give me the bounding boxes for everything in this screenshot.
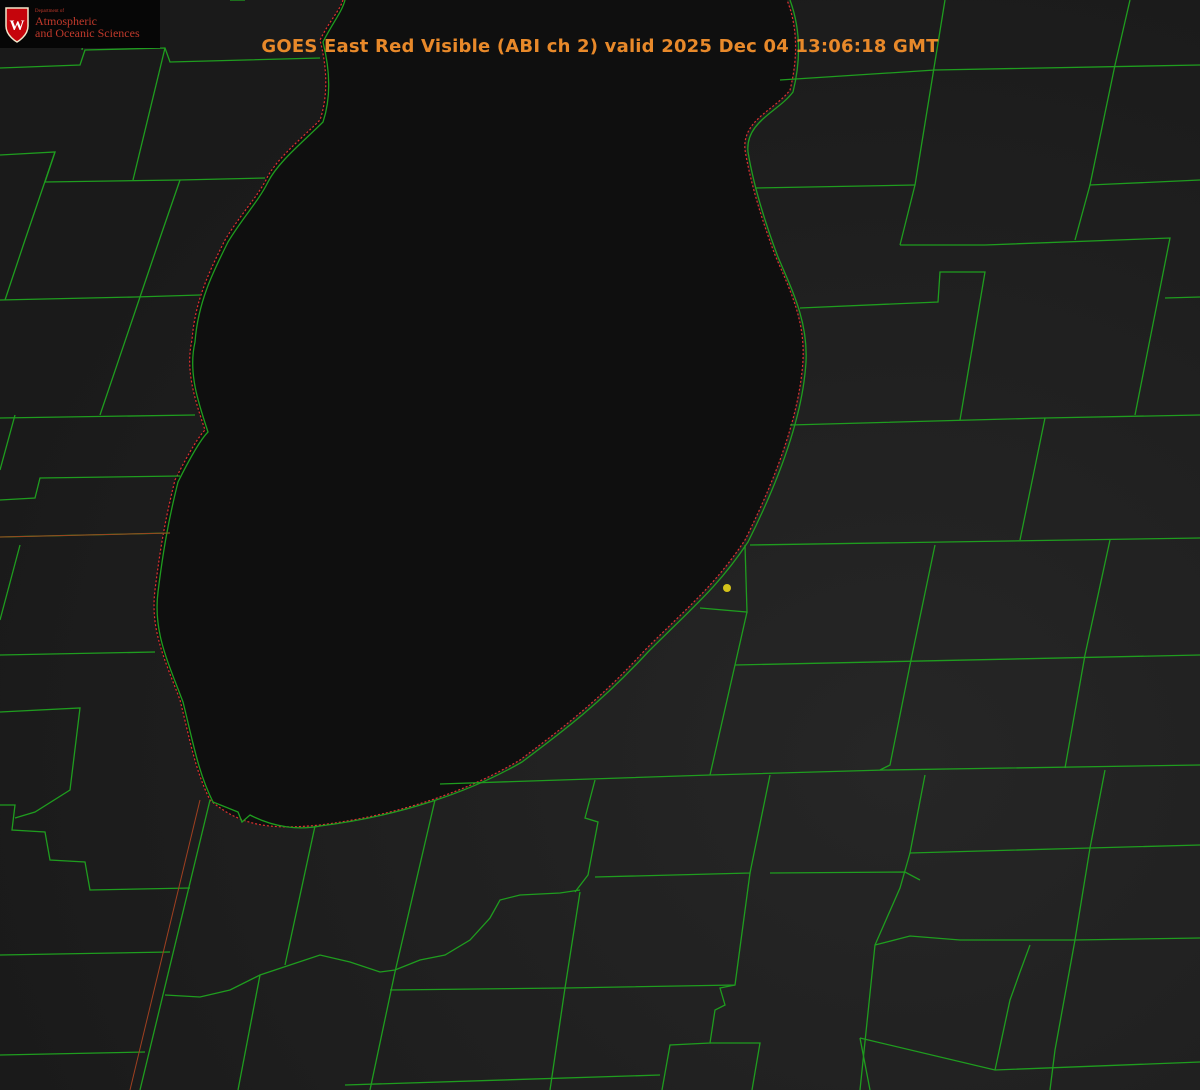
location-marker-icon <box>723 584 731 592</box>
satellite-viewer: W Department of Atmospheric and Oceanic … <box>0 0 1200 1090</box>
crest-letter: W <box>10 18 25 34</box>
satellite-map <box>0 0 1200 1090</box>
image-title: GOES East Red Visible (ABI ch 2) valid 2… <box>261 36 939 57</box>
logo-text: Department of Atmospheric and Oceanic Sc… <box>35 9 140 39</box>
